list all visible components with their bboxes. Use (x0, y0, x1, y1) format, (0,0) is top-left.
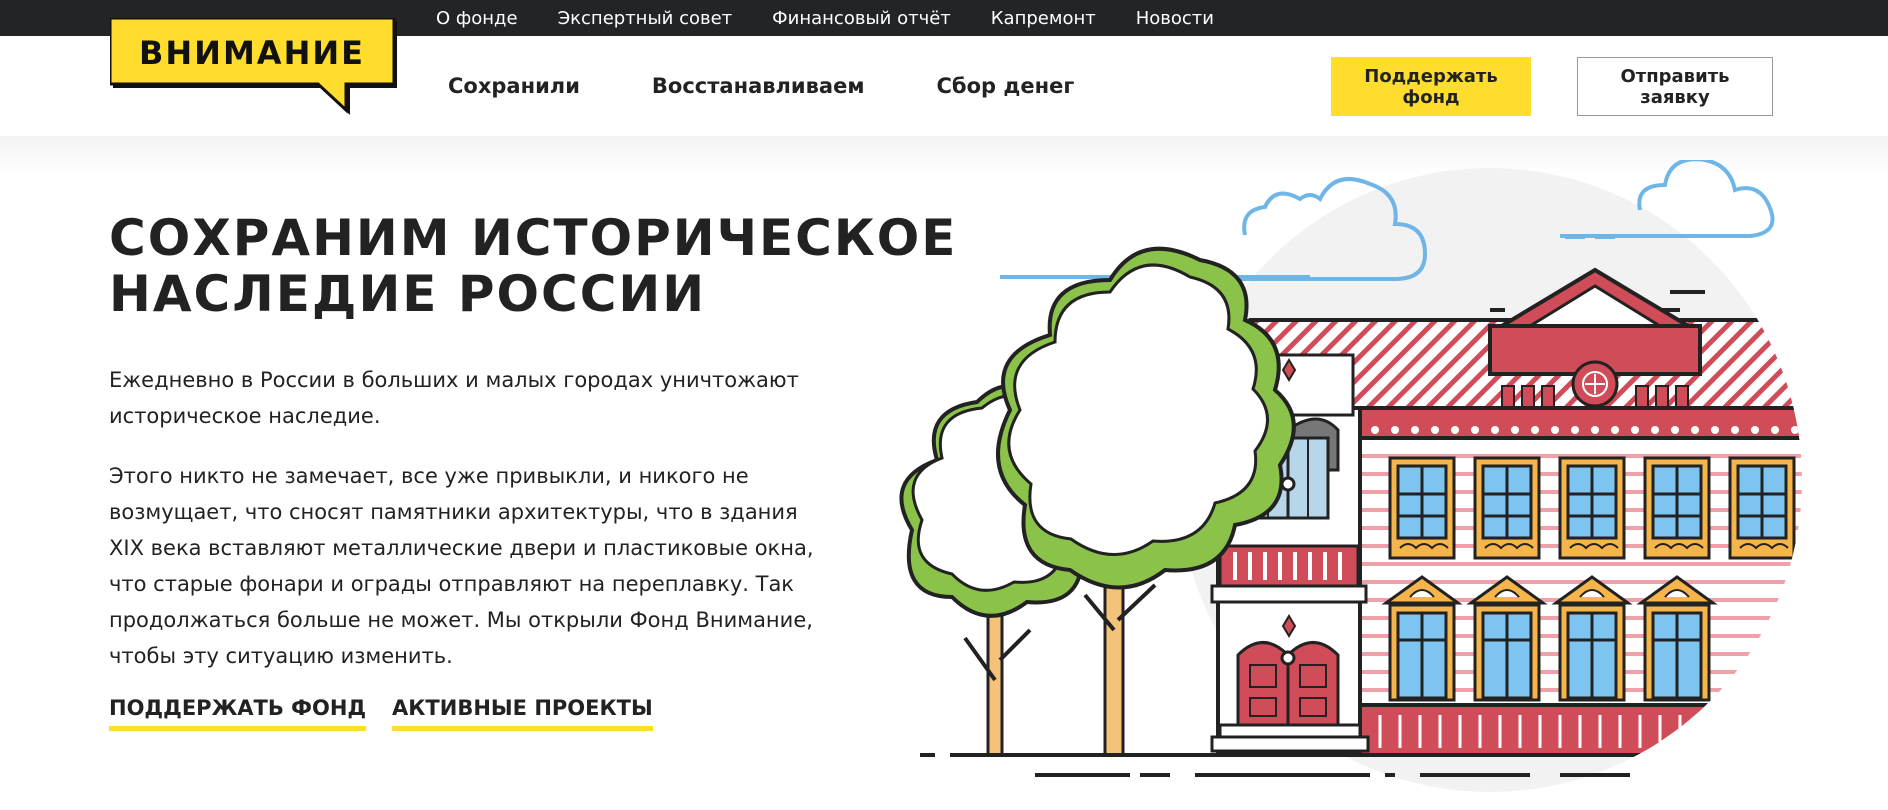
hero-title-line-1: СОХРАНИМ ИСТОРИЧЕСКОЕ (109, 209, 958, 267)
hero-illustration (899, 160, 1802, 792)
topnav-link-expert-council[interactable]: Экспертный совет (558, 8, 733, 29)
mainnav-link-restoring[interactable]: Восстанавливаем (652, 74, 865, 98)
topnav-link-news[interactable]: Новости (1136, 8, 1214, 29)
cta-active-projects-link[interactable]: АКТИВНЫЕ ПРОЕКТЫ (392, 696, 653, 731)
hero-paragraph-2: Этого никто не замечает, все уже привыкл… (109, 464, 814, 668)
site-logo[interactable]: ВНИМАНИЕ (110, 18, 400, 118)
hero-title: СОХРАНИМ ИСТОРИЧЕСКОЕ НАСЛЕДИЕ РОССИИ (109, 210, 957, 322)
hero-paragraph-1: Ежедневно в России в больших и малых гор… (109, 368, 799, 428)
main-nav: Сохранили Восстанавливаем Сбор денег (448, 36, 1074, 136)
cta-support-fund-link[interactable]: ПОДДЕРЖАТЬ ФОНД (109, 696, 367, 731)
top-nav: О фонде Экспертный совет Финансовый отчё… (436, 0, 1214, 36)
send-application-button[interactable]: Отправить заявку (1577, 57, 1773, 116)
mainnav-link-fundraising[interactable]: Сбор денег (937, 74, 1075, 98)
topnav-link-about[interactable]: О фонде (436, 8, 518, 29)
topnav-link-financial-report[interactable]: Финансовый отчёт (772, 8, 951, 29)
support-fund-button[interactable]: Поддержать фонд (1331, 57, 1531, 116)
mainnav-link-saved[interactable]: Сохранили (448, 74, 580, 98)
hero-title-line-2: НАСЛЕДИЕ РОССИИ (109, 265, 707, 323)
topnav-link-capital-repair[interactable]: Капремонт (991, 8, 1096, 29)
logo-text: ВНИМАНИЕ (139, 34, 365, 72)
